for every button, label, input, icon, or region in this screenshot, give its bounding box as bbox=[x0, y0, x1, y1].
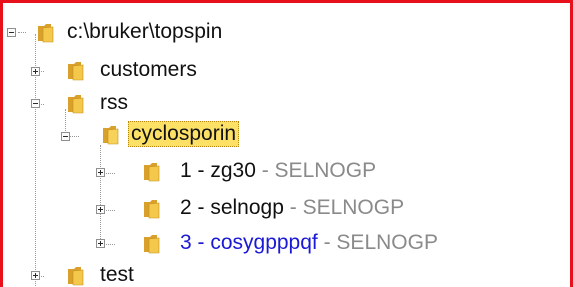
tree-node-label[interactable]: customers bbox=[100, 57, 197, 83]
folder-icon bbox=[144, 163, 160, 182]
tree-node-label[interactable]: c:\bruker\topspin bbox=[67, 19, 222, 45]
expand-toggle[interactable] bbox=[96, 205, 105, 214]
experiment-pulse-program: - SELNOGP bbox=[255, 159, 377, 182]
experiment-name: 1 - zg30 bbox=[180, 159, 256, 182]
tree-hguide bbox=[18, 32, 26, 33]
folder-icon bbox=[68, 95, 84, 114]
collapse-toggle[interactable] bbox=[61, 132, 70, 141]
collapse-toggle[interactable] bbox=[7, 28, 16, 37]
experiment-name-highlighted: 3 - cosygpppqf bbox=[180, 231, 318, 254]
tree-node-label-selected[interactable]: cyclosporin bbox=[128, 121, 240, 147]
expand-toggle[interactable] bbox=[31, 271, 40, 280]
experiment-label[interactable]: 3 - cosygpppqf - SELNOGP bbox=[180, 230, 438, 256]
experiment-name: 2 - selnogp bbox=[180, 196, 284, 219]
collapse-toggle[interactable] bbox=[31, 99, 40, 108]
tree-guide-cyclosporin bbox=[100, 145, 101, 245]
folder-open-icon bbox=[103, 126, 119, 145]
experiment-pulse-program: - SELNOGP bbox=[283, 196, 405, 219]
experiment-label[interactable]: 1 - zg30 - SELNOGP bbox=[180, 158, 376, 184]
folder-icon bbox=[144, 200, 160, 219]
folder-icon bbox=[68, 62, 84, 81]
folder-icon bbox=[144, 235, 160, 254]
expand-toggle[interactable] bbox=[96, 239, 105, 248]
tree-node-label[interactable]: rss bbox=[100, 90, 128, 116]
expand-toggle[interactable] bbox=[31, 67, 40, 76]
folder-icon bbox=[38, 24, 54, 43]
file-tree-panel: c:\bruker\topspin customers rss cyclospo… bbox=[0, 0, 573, 287]
expand-toggle[interactable] bbox=[96, 168, 105, 177]
folder-icon bbox=[68, 267, 84, 286]
tree-node-label[interactable]: test bbox=[100, 262, 134, 287]
experiment-pulse-program: - SELNOGP bbox=[317, 231, 438, 254]
experiment-label[interactable]: 2 - selnogp - SELNOGP bbox=[180, 195, 404, 221]
